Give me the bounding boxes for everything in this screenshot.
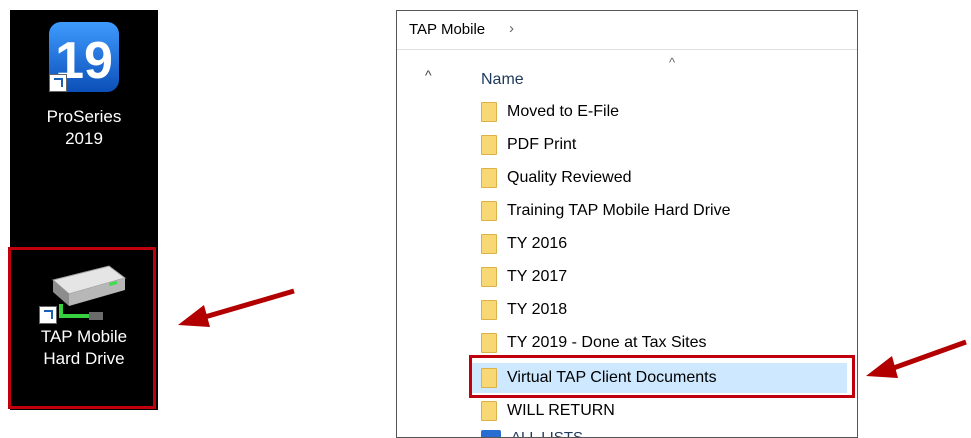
desktop-label: ProSeries (46, 107, 122, 126)
folder-icon (481, 135, 497, 155)
list-item-selected[interactable]: Virtual TAP Client Documents (471, 363, 847, 393)
list-item-label: PDF Print (507, 136, 577, 153)
chevron-up-icon[interactable]: ^ (425, 67, 432, 83)
list-item[interactable]: Quality Reviewed (481, 163, 632, 193)
list-item-label: TY 2018 (507, 301, 568, 318)
list-item[interactable]: PDF Print (481, 130, 576, 160)
file-explorer-window: TAP Mobile › ^ ^ Name Moved to E-File PD… (396, 10, 858, 438)
proseries-app-icon: 19 (49, 22, 119, 92)
desktop-label: Hard Drive (43, 349, 125, 368)
desktop-label: 2019 (65, 129, 103, 148)
folder-icon (481, 201, 497, 221)
tap-mobile-hard-drive-shortcut[interactable]: TAP Mobile Hard Drive (10, 246, 158, 370)
desktop-label: TAP Mobile (40, 327, 128, 346)
list-item-label: WILL RETURN (507, 402, 615, 419)
network-drive-icon (39, 254, 129, 324)
proseries-2019-shortcut[interactable]: 19 ProSeries 2019 (10, 18, 158, 150)
folder-icon (481, 234, 497, 254)
list-item[interactable]: TY 2016 (481, 229, 567, 259)
address-bar[interactable]: TAP Mobile › (397, 11, 857, 50)
folder-icon (481, 300, 497, 320)
list-item-label: Moved to E-File (507, 103, 620, 120)
breadcrumb[interactable]: TAP Mobile (409, 21, 485, 38)
list-item-label: TY 2016 (507, 235, 568, 252)
list-item-label: Virtual TAP Client Documents (507, 369, 717, 386)
list-item[interactable]: TY 2019 - Done at Tax Sites (481, 328, 707, 358)
list-item-label: ALL LISTS (511, 429, 583, 438)
list-item-label: TY 2019 - Done at Tax Sites (507, 334, 707, 351)
shortcut-arrow-icon (39, 306, 57, 324)
list-item-label: Quality Reviewed (507, 169, 632, 186)
folder-icon (481, 333, 497, 353)
folder-icon (481, 267, 497, 287)
list-item[interactable]: TY 2018 (481, 295, 567, 325)
folder-icon (481, 168, 497, 188)
list-item[interactable]: Training TAP Mobile Hard Drive (481, 196, 731, 226)
file-icon (481, 429, 501, 437)
list-item[interactable]: ALL LISTS (481, 429, 583, 438)
pointer-arrow-left (178, 288, 295, 327)
list-item[interactable]: TY 2017 (481, 262, 567, 292)
folder-icon (481, 401, 497, 421)
list-item[interactable]: Moved to E-File (481, 97, 619, 127)
desktop-icon-strip: 19 ProSeries 2019 TAP Mobile Hard Drive (10, 10, 158, 410)
pointer-arrow-right (866, 339, 967, 378)
list-item-label: TY 2017 (507, 268, 568, 285)
sort-chevron-icon: ^ (669, 55, 676, 70)
shortcut-arrow-icon (49, 74, 67, 92)
folder-icon (481, 102, 497, 122)
folder-icon (481, 368, 497, 388)
list-item-label: Training TAP Mobile Hard Drive (507, 202, 731, 219)
list-item[interactable]: WILL RETURN (481, 396, 615, 426)
column-header-name[interactable]: Name (481, 71, 524, 89)
breadcrumb-chevron-icon[interactable]: › (509, 20, 514, 37)
